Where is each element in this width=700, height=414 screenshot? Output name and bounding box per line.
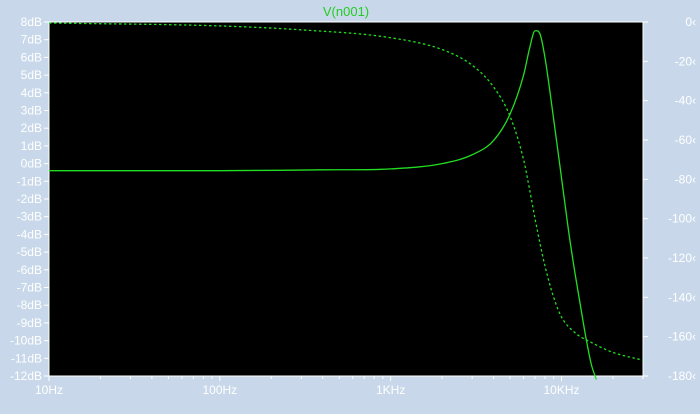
y2-tick-label: -80‹	[675, 172, 696, 186]
y2-axis-ticks: 0‹ -20‹ -40‹ -60‹ -80‹ -100‹ -120‹ -140‹ -160‹ -1…	[643, 15, 696, 383]
x-tick-label: 1KHz	[376, 383, 405, 397]
x-tick-label: 100Hz	[202, 383, 237, 397]
plot-background	[49, 22, 643, 376]
y-tick-label: 7dB	[21, 33, 42, 47]
y-tick-label: 4dB	[21, 86, 42, 100]
y-tick-label: -3dB	[17, 210, 42, 224]
y2-tick-label: -60‹	[675, 133, 696, 147]
y-tick-label: -6dB	[17, 263, 42, 277]
y-tick-label: 2dB	[21, 121, 42, 135]
y-tick-label: 1dB	[21, 139, 42, 153]
y-tick-label: -12dB	[10, 369, 42, 383]
y2-tick-label: -160‹	[668, 330, 696, 344]
y-tick-label: -11dB	[11, 351, 42, 365]
y-tick-label: 6dB	[21, 50, 42, 64]
y2-tick-label: -180‹	[668, 369, 696, 383]
y-tick-label: -9dB	[17, 316, 42, 330]
y2-tick-label: -40‹	[675, 94, 696, 108]
x-axis-ticks: 10Hz 100Hz 1KHz 10KHz	[35, 376, 644, 397]
chart-svg: V(n001) 8dB 7dB 6dB 5dB 4dB 3dB 2dB 1dB 0dB -1dB -…	[10, 4, 696, 397]
x-tick-label: 10Hz	[35, 383, 63, 397]
chart-window: V(n001) 8dB 7dB 6dB 5dB 4dB 3dB 2dB 1dB 0dB -1dB -…	[0, 0, 700, 414]
y2-tick-label: -120‹	[668, 251, 696, 265]
y-tick-label: -7dB	[17, 281, 42, 295]
y-tick-label: -5dB	[17, 245, 42, 259]
y-tick-label: -10dB	[10, 334, 42, 348]
y-tick-label: -4dB	[17, 227, 42, 241]
y2-tick-label: -140‹	[668, 290, 696, 304]
y-tick-label: 5dB	[21, 68, 42, 82]
y-tick-label: -1dB	[17, 174, 42, 188]
y2-tick-label: -100‹	[668, 212, 696, 226]
y-tick-label: 0dB	[21, 157, 42, 171]
y-tick-label: 3dB	[21, 104, 42, 118]
y2-tick-label: -20‹	[675, 54, 696, 68]
y-axis-ticks: 8dB 7dB 6dB 5dB 4dB 3dB 2dB 1dB 0dB -1dB -2dB -3dB -…	[10, 15, 49, 383]
y-tick-label: 8dB	[21, 15, 42, 29]
y-tick-label: -2dB	[17, 192, 42, 206]
y2-tick-label: 0‹	[685, 15, 696, 29]
x-tick-label: 10KHz	[543, 383, 579, 397]
chart-title: V(n001)	[323, 4, 369, 19]
y-tick-label: -8dB	[17, 298, 42, 312]
